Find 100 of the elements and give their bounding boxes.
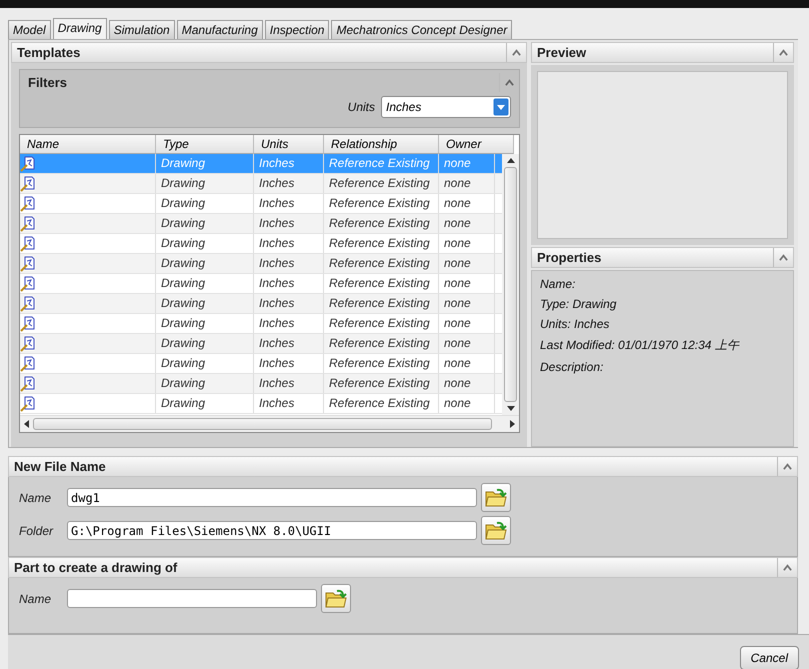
table-cell: Inches (254, 254, 324, 273)
table-cell: Inches (254, 214, 324, 233)
table-cell: Inches (254, 374, 324, 393)
table-cell: Reference Existing (324, 194, 439, 213)
scroll-up-icon[interactable] (506, 158, 514, 163)
table-cell: Drawing (156, 154, 254, 173)
table-cell: Reference Existing (324, 234, 439, 253)
table-cell: Drawing (156, 214, 254, 233)
property-text: Type: Drawing (540, 297, 618, 311)
section-title: Preview (537, 45, 586, 60)
table-row[interactable]: Drawing Inches Reference Existing none (20, 194, 502, 214)
column-header[interactable]: Relationship (324, 135, 439, 154)
units-label: Units (348, 100, 375, 114)
tab[interactable]: Simulation (108, 20, 175, 39)
table-cell: Reference Existing (324, 354, 439, 373)
section-title: Properties (537, 250, 602, 265)
text-field[interactable]: G:\Program Files\Siemens\NX 8.0\UGII (67, 521, 477, 540)
table-cell: none (439, 254, 495, 273)
table-cell: none (439, 154, 495, 173)
scroll-right-icon[interactable] (510, 420, 515, 428)
table-row[interactable]: Drawing Inches Reference Existing none (20, 314, 502, 334)
field-label: Name (19, 592, 52, 606)
table-cell: none (439, 194, 495, 213)
horizontal-scrollbar[interactable] (20, 415, 519, 432)
tab[interactable]: Manufacturing (176, 20, 263, 39)
filters-title: Filters (28, 75, 68, 90)
table-row[interactable]: Drawing Inches Reference Existing none (20, 214, 502, 234)
table-cell: none (439, 354, 495, 373)
field-label: Name (19, 490, 52, 504)
folder-icon (325, 588, 347, 608)
column-header[interactable]: Type (156, 135, 254, 154)
column-header[interactable]: Units (254, 135, 324, 154)
table-cell: none (439, 274, 495, 293)
column-header[interactable]: Name (20, 135, 156, 154)
table-cell: Drawing (156, 254, 254, 273)
table-cell: Reference Existing (324, 394, 439, 413)
table-cell: none (439, 314, 495, 333)
table-cell: Inches (254, 154, 324, 173)
scroll-left-icon[interactable] (24, 420, 29, 428)
units-dropdown[interactable]: Inches (381, 96, 511, 118)
section-title: New File Name (14, 459, 106, 474)
table-cell: Inches (254, 194, 324, 213)
table-cell: Reference Existing (324, 214, 439, 233)
table-row[interactable]: Drawing Inches Reference Existing none (20, 294, 502, 314)
property-text: Name: (540, 277, 576, 291)
table-cell: none (439, 234, 495, 253)
section-title: Part to create a drawing of (14, 560, 178, 575)
tab[interactable]: Model (8, 20, 51, 39)
column-header[interactable]: Owner (439, 135, 514, 154)
table-cell: none (439, 174, 495, 193)
table-cell: Drawing (156, 314, 254, 333)
table-cell: none (439, 394, 495, 413)
table-cell: Drawing (156, 354, 254, 373)
table-row[interactable]: Drawing Inches Reference Existing none (20, 274, 502, 294)
table-cell: Inches (254, 174, 324, 193)
table-cell: Reference Existing (324, 294, 439, 313)
property-text: Units: Inches (540, 317, 610, 331)
table-row[interactable]: Drawing Inches Reference Existing none (20, 174, 502, 194)
table-cell: Reference Existing (324, 154, 439, 173)
property-text: Description: (540, 360, 604, 374)
table-cell: Reference Existing (324, 174, 439, 193)
table-row[interactable]: Drawing Inches Reference Existing none (20, 234, 502, 254)
text-field[interactable] (67, 589, 317, 608)
table-cell: Inches (254, 334, 324, 353)
table-cell: Inches (254, 394, 324, 413)
section-title: Templates (17, 45, 80, 60)
table-cell: Drawing (156, 274, 254, 293)
table-cell: Drawing (156, 334, 254, 353)
table-row[interactable]: Drawing Inches Reference Existing none (20, 334, 502, 354)
browse-button[interactable] (481, 483, 511, 512)
property-text: Last Modified: 01/01/1970 12:34 上午 (540, 337, 740, 354)
table-cell: Reference Existing (324, 274, 439, 293)
tab[interactable]: Inspection (264, 20, 330, 39)
browse-button[interactable] (321, 584, 351, 613)
table-row[interactable]: Drawing Inches Reference Existing none (20, 394, 502, 414)
table-cell: Drawing (156, 234, 254, 253)
table-cell: none (439, 294, 495, 313)
table-cell: Reference Existing (324, 374, 439, 393)
table-cell: Inches (254, 274, 324, 293)
table-row[interactable]: Drawing Inches Reference Existing none (20, 374, 502, 394)
tab[interactable]: Mechatronics Concept Designer (331, 20, 512, 39)
table-row[interactable]: Drawing Inches Reference Existing none (20, 354, 502, 374)
table-cell: Inches (254, 314, 324, 333)
table-cell: Drawing (156, 194, 254, 213)
scroll-down-icon[interactable] (506, 406, 514, 411)
browse-button[interactable] (481, 516, 511, 545)
tab[interactable]: Drawing (52, 18, 107, 39)
vertical-scrollbar[interactable] (502, 154, 519, 415)
text-field[interactable]: dwg1 (67, 488, 477, 507)
folder-icon (485, 520, 507, 540)
table-cell: Drawing (156, 374, 254, 393)
table-cell: Inches (254, 234, 324, 253)
field-label: Folder (19, 524, 54, 538)
table-cell: Reference Existing (324, 254, 439, 273)
cancel-button[interactable]: Cancel (740, 646, 799, 669)
table-cell: Drawing (156, 294, 254, 313)
table-cell: Reference Existing (324, 334, 439, 353)
table-cell: Drawing (156, 174, 254, 193)
table-cell: none (439, 334, 495, 353)
table-row[interactable]: Drawing Inches Reference Existing none (20, 254, 502, 274)
